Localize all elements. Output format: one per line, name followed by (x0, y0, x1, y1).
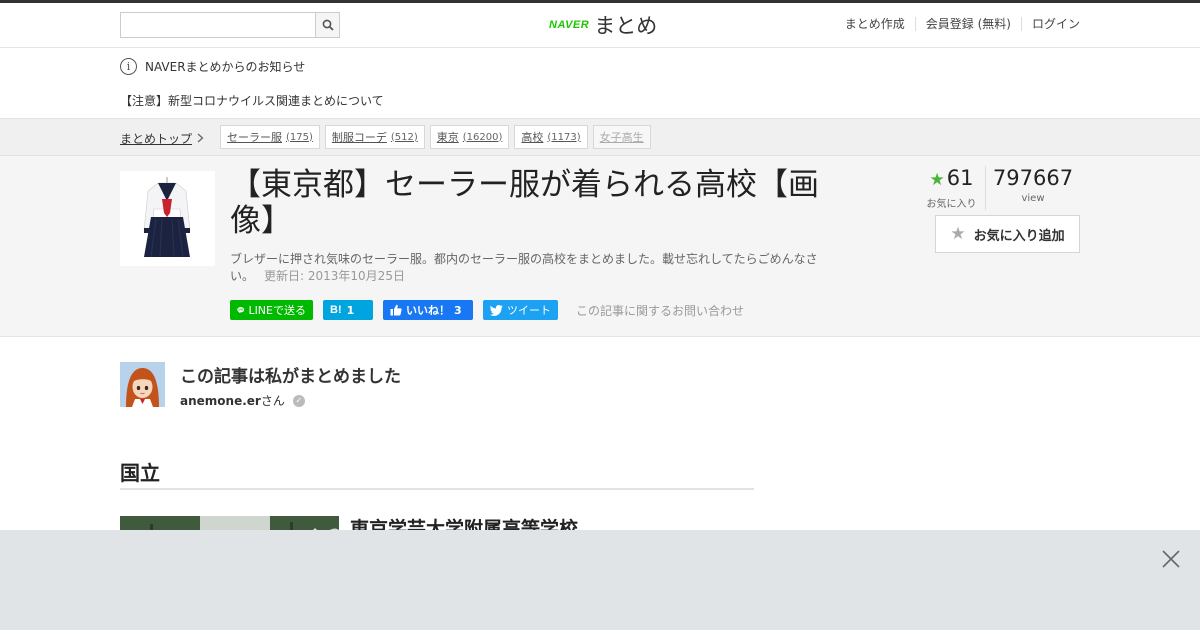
tag-label: 女子高生 (599, 131, 644, 144)
hatena-bookmark-button[interactable]: B! 1 (323, 300, 373, 320)
facebook-like-count: 3 (454, 303, 462, 317)
svg-text:LINE: LINE (238, 310, 244, 312)
create-matome-link[interactable]: まとめ作成 (835, 17, 915, 31)
tag-uniform-coordinate[interactable]: 制服コーデ (512) (324, 125, 425, 149)
info-icon: i (120, 58, 137, 75)
favorites-stat: ★61 お気に入り (918, 166, 986, 210)
line-icon: LINE (237, 306, 245, 314)
section-heading: 国立 (120, 457, 754, 490)
search-form (120, 12, 340, 38)
search-icon (322, 19, 334, 31)
tag-label: 高校 (521, 131, 544, 144)
verified-check-icon: ✓ (292, 394, 305, 407)
login-link[interactable]: ログイン (1020, 17, 1080, 31)
chevron-right-icon (197, 132, 204, 146)
views-stat: 797667 view (986, 166, 1080, 210)
tag-list: セーラー服 (175) 制服コーデ (512) 東京 (16200) 高校 (1173)… (220, 125, 656, 149)
hatena-count: 1 (346, 303, 355, 317)
author-heading: この記事は私がまとめました (180, 367, 401, 387)
logo-brand: NAVER (549, 19, 590, 31)
star-icon: ★ (929, 170, 945, 190)
hatena-icon: B! (330, 304, 342, 316)
twitter-bird-icon (490, 304, 503, 316)
favorites-label: お気に入り (926, 199, 977, 210)
tag-sailor-uniform[interactable]: セーラー服 (175) (220, 125, 320, 149)
search-input[interactable] (120, 12, 315, 38)
tweet-button[interactable]: ツイート (483, 300, 558, 320)
favorites-count: 61 (946, 166, 974, 190)
logo-text: まとめ (594, 14, 658, 38)
add-favorite-button[interactable]: ★ お気に入り追加 (935, 215, 1080, 253)
share-buttons: LINE LINEで送る B! 1 いいね！ 3 ツイート この記事に関するお問… (230, 300, 744, 320)
add-favorite-label: お気に入り追加 (973, 228, 1065, 244)
line-share-label: LINEで送る (248, 304, 306, 317)
site-logo[interactable]: NAVER まとめ (549, 11, 657, 39)
article-thumbnail[interactable] (120, 171, 215, 266)
site-header: NAVER まとめ まとめ作成 会員登録 (無料) ログイン (0, 3, 1200, 48)
breadcrumb-home[interactable]: まとめトップ (120, 130, 204, 147)
breadcrumb-home-label: まとめトップ (120, 132, 193, 146)
facebook-like-label: いいね！ (406, 304, 450, 317)
updated-date: 更新日: 2013年10月25日 (264, 269, 405, 283)
article-title: 【東京都】セーラー服が着られる高校【画像】 (230, 167, 819, 239)
tweet-label: ツイート (507, 304, 551, 317)
author-suffix: さん (260, 394, 285, 408)
author-name[interactable]: anemone.er (180, 394, 261, 408)
notice-link[interactable]: 【注意】新型コロナウイルス関連まとめについて (120, 92, 384, 109)
close-icon[interactable] (1160, 548, 1182, 570)
article-header: 【東京都】セーラー服が着られる高校【画像】 ブレザーに押され気味のセーラー服。都… (0, 156, 1200, 337)
views-label: view (1021, 193, 1045, 204)
register-link[interactable]: 会員登録 (無料) (914, 17, 1021, 31)
notice-heading: i NAVERまとめからのお知らせ (120, 58, 305, 75)
tag-tokyo[interactable]: 東京 (16200) (429, 125, 510, 149)
ad-overlay (0, 530, 1200, 630)
article-description: ブレザーに押され気味のセーラー服。都内のセーラー服の高校をまとめました。載せ忘れ… (230, 251, 830, 285)
author-name-line: anemone.er さん ✓ (180, 392, 305, 409)
line-share-button[interactable]: LINE LINEで送る (230, 300, 313, 320)
sailor-uniform-image (120, 171, 215, 266)
article-inquiry-link[interactable]: この記事に関するお問い合わせ (576, 302, 744, 319)
search-button[interactable] (315, 12, 340, 38)
star-outline-icon: ★ (950, 224, 966, 244)
tag-count: (1173) (547, 131, 581, 143)
thumbs-up-icon (390, 304, 402, 316)
tag-label: セーラー服 (227, 131, 282, 144)
avatar-image (120, 362, 165, 407)
tag-high-school[interactable]: 高校 (1173) (514, 125, 588, 149)
views-count: 797667 (992, 166, 1074, 190)
avatar[interactable] (120, 362, 165, 407)
tag-schoolgirl[interactable]: 女子高生 (592, 125, 651, 149)
article-stats: ★61 お気に入り 797667 view (918, 166, 1080, 210)
facebook-like-button[interactable]: いいね！ 3 (383, 300, 473, 320)
tag-count: (16200) (462, 131, 503, 143)
header-nav: まとめ作成 会員登録 (無料) ログイン (835, 17, 1080, 31)
tag-label: 東京 (436, 131, 459, 144)
notice-heading-text: NAVERまとめからのお知らせ (145, 60, 306, 74)
tag-count: (512) (390, 131, 418, 143)
tag-label: 制服コーデ (331, 131, 387, 144)
breadcrumb-bar: まとめトップ セーラー服 (175) 制服コーデ (512) 東京 (16200) 高… (0, 118, 1200, 156)
tag-count: (175) (286, 131, 313, 143)
